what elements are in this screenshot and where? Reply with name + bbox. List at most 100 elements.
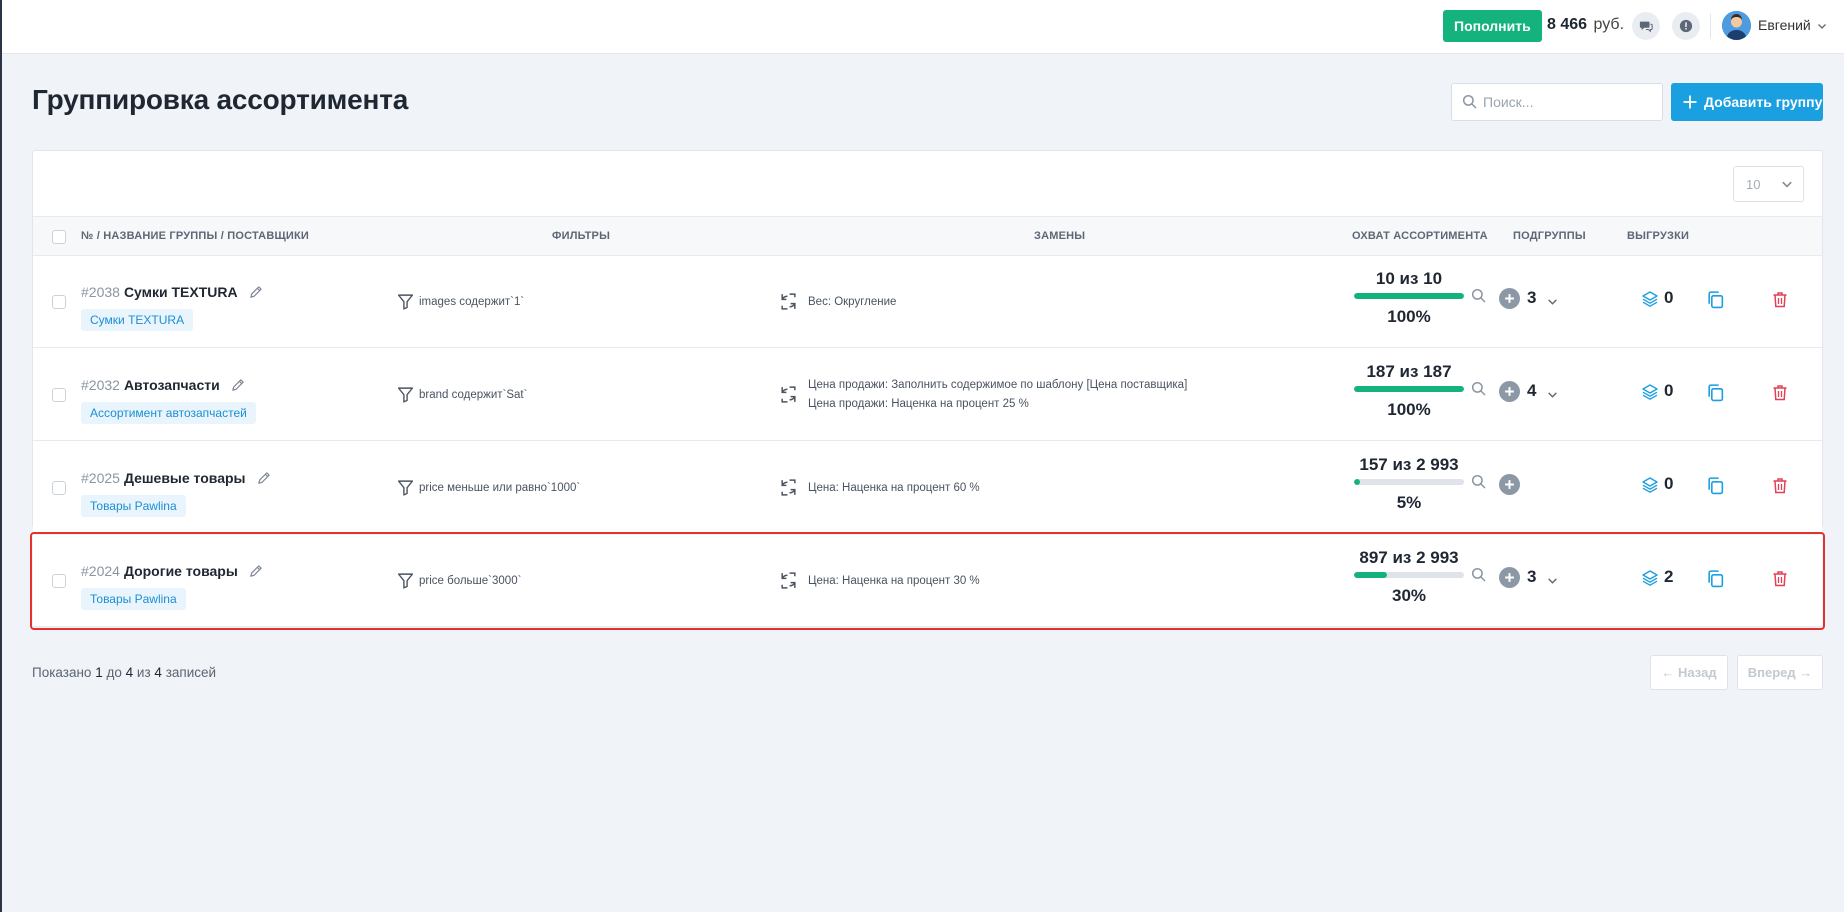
coverage-percent: 30% xyxy=(1391,586,1427,605)
chevron-down-icon[interactable] xyxy=(1547,573,1558,591)
search-icon xyxy=(1462,94,1477,114)
user-menu[interactable]: Евгений xyxy=(1758,17,1827,33)
coverage-progress-bar xyxy=(1354,479,1464,485)
trash-icon[interactable] xyxy=(1772,477,1788,499)
alert-icon[interactable] xyxy=(1672,12,1700,40)
add-subgroup-button[interactable] xyxy=(1499,567,1520,588)
row-checkbox[interactable] xyxy=(52,481,66,495)
copy-icon[interactable] xyxy=(1706,383,1725,407)
per-page-select[interactable]: 10 xyxy=(1733,166,1804,202)
search-icon[interactable] xyxy=(1471,381,1486,401)
subgroup-count[interactable]: 3 xyxy=(1527,288,1536,308)
trash-icon[interactable] xyxy=(1772,570,1788,592)
row-checkbox[interactable] xyxy=(52,388,66,402)
export-count: 0 xyxy=(1664,474,1674,493)
search-input[interactable] xyxy=(1483,84,1659,120)
search-box[interactable] xyxy=(1451,83,1663,121)
chevron-down-icon xyxy=(1782,181,1792,188)
layers-icon[interactable] xyxy=(1641,569,1659,592)
trash-icon[interactable] xyxy=(1772,291,1788,313)
group-number[interactable]: #2025 xyxy=(81,470,120,486)
add-subgroup-button[interactable] xyxy=(1499,474,1520,495)
edit-icon[interactable] xyxy=(248,285,263,300)
group-name[interactable]: Сумки TEXTURA xyxy=(124,284,238,300)
prev-page-button[interactable]: ← Назад xyxy=(1650,655,1728,690)
copy-icon[interactable] xyxy=(1706,569,1725,593)
group-number[interactable]: #2032 xyxy=(81,377,120,393)
edit-icon[interactable] xyxy=(256,471,271,486)
pagination-text: до xyxy=(106,665,122,680)
row-checkbox[interactable] xyxy=(52,574,66,588)
subgroup-count[interactable]: 3 xyxy=(1527,567,1536,587)
add-group-button[interactable]: Добавить группу xyxy=(1671,83,1823,121)
search-icon[interactable] xyxy=(1471,474,1486,494)
pagination-from: 1 xyxy=(95,665,103,680)
group-name[interactable]: Дешевые товары xyxy=(124,470,246,486)
coverage-percent: 5% xyxy=(1396,493,1422,512)
copy-icon[interactable] xyxy=(1706,476,1725,500)
group-number[interactable]: #2024 xyxy=(81,563,120,579)
replacement-text: Цена: Наценка на процент 30 % xyxy=(808,574,980,587)
edit-name-button[interactable] xyxy=(248,285,263,300)
edit-icon[interactable] xyxy=(248,564,263,579)
topup-button[interactable]: Пополнить xyxy=(1443,10,1542,42)
filter-icon xyxy=(397,573,414,589)
chevron-down-icon[interactable] xyxy=(1547,387,1558,405)
group-name-line: #2038 Сумки TEXTURA xyxy=(81,284,263,300)
row-checkbox[interactable] xyxy=(52,295,66,309)
supplier-tag[interactable]: Ассортимент автозапчастей xyxy=(81,402,256,424)
export-count: 0 xyxy=(1664,288,1674,307)
add-group-label: Добавить группу xyxy=(1704,94,1823,110)
add-subgroup-button[interactable] xyxy=(1499,381,1520,402)
coverage-cell: 157 из 2 993 5% xyxy=(1353,455,1465,513)
supplier-tag[interactable]: Сумки TEXTURA xyxy=(81,309,194,331)
coverage-progress-bar xyxy=(1354,293,1464,299)
plus-icon xyxy=(1683,95,1697,109)
coverage-cell: 897 из 2 993 30% xyxy=(1353,548,1465,606)
replacements-cell: Цена: Наценка на процент 30 % xyxy=(779,572,980,594)
edit-name-button[interactable] xyxy=(248,564,263,579)
table-row: #2025 Дешевые товары Товары Pawlina price м… xyxy=(33,442,1822,534)
subgroup-count[interactable]: 4 xyxy=(1527,381,1536,401)
supplier-tag[interactable]: Товары Pawlina xyxy=(81,588,186,610)
supplier-tag[interactable]: Товары Pawlina xyxy=(81,495,186,517)
coverage-count: 157 из 2 993 xyxy=(1359,455,1459,474)
add-subgroup-button[interactable] xyxy=(1499,288,1520,309)
edit-icon[interactable] xyxy=(230,378,245,393)
filter-text: price меньше или равно`1000` xyxy=(419,481,581,494)
top-bar: Пополнить 8 466 руб. Евгений xyxy=(2,0,1844,54)
chevron-down-icon xyxy=(1817,24,1826,30)
coverage-count: 897 из 2 993 xyxy=(1359,548,1459,567)
trash-icon[interactable] xyxy=(1772,384,1788,406)
coverage-percent: 100% xyxy=(1387,400,1431,419)
coverage-progress-bar xyxy=(1354,386,1464,392)
next-page-button[interactable]: Вперед → xyxy=(1737,655,1823,690)
filter-cell: price меньше или равно`1000` xyxy=(397,479,580,496)
filter-text: images содержит`1` xyxy=(419,295,525,308)
coverage-count: 187 из 187 xyxy=(1366,362,1452,381)
chevron-down-icon[interactable] xyxy=(1547,294,1558,312)
layers-icon[interactable] xyxy=(1641,290,1659,313)
group-number[interactable]: #2038 xyxy=(81,284,120,300)
group-name[interactable]: Дорогие товары xyxy=(124,563,238,579)
coverage-progress-bar xyxy=(1354,572,1464,578)
group-name-line: #2032 Автозапчасти xyxy=(81,377,245,393)
header-subgroups: ПОДГРУППЫ xyxy=(1513,230,1586,242)
group-name[interactable]: Автозапчасти xyxy=(124,377,220,393)
layers-icon[interactable] xyxy=(1641,476,1659,499)
search-icon[interactable] xyxy=(1471,288,1486,308)
header-coverage: ОХВАТ АССОРТИМЕНТА xyxy=(1352,230,1488,242)
page-title: Группировка ассортимента xyxy=(32,84,409,115)
search-icon[interactable] xyxy=(1471,567,1486,587)
pagination-to: 4 xyxy=(125,665,134,680)
layers-icon[interactable] xyxy=(1641,383,1659,406)
edit-name-button[interactable] xyxy=(256,471,271,486)
avatar[interactable] xyxy=(1722,11,1751,40)
coverage-cell: 10 из 10 100% xyxy=(1353,269,1465,327)
edit-name-button[interactable] xyxy=(230,378,245,393)
filter-icon xyxy=(397,387,414,403)
chat-icon[interactable] xyxy=(1632,12,1660,40)
select-all-checkbox[interactable] xyxy=(52,230,66,244)
copy-icon[interactable] xyxy=(1706,290,1725,314)
balance-currency: руб. xyxy=(1593,16,1625,33)
